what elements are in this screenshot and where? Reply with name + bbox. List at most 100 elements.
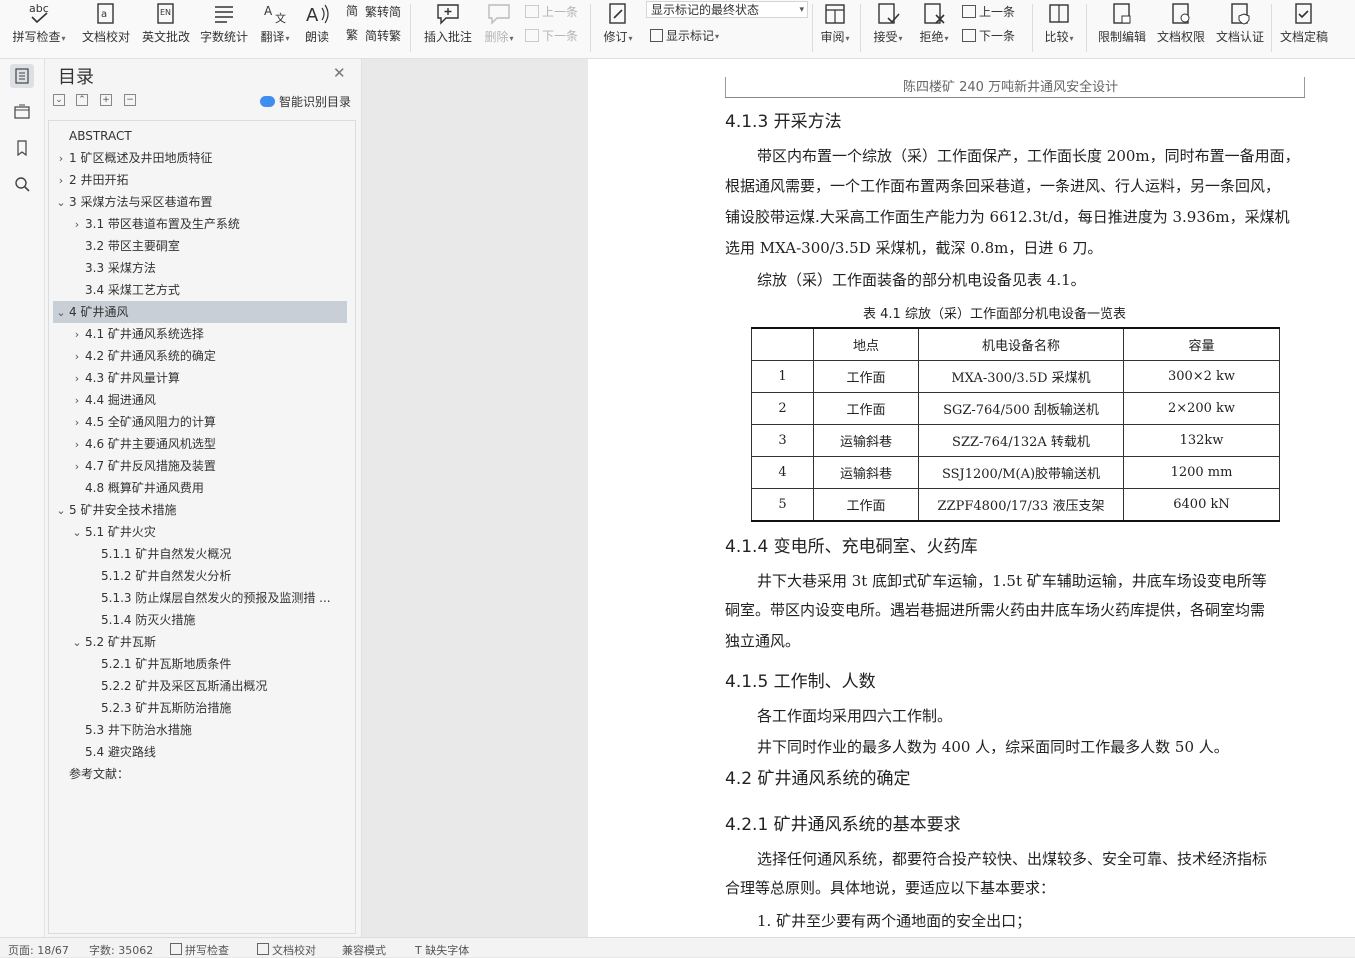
word-count-button[interactable]: 字数统计 <box>198 0 250 58</box>
delete-comment-button[interactable]: 删除 <box>480 0 518 58</box>
toc-item[interactable]: 5.1.3 防止煤层自然发火的预报及监测措 ... <box>85 587 347 609</box>
toc-item[interactable]: › 4.2 矿井通风系统的确定 <box>69 345 347 367</box>
table-caption: 表 4.1 综放（采）工作面部分机电设备一览表 <box>863 307 1126 322</box>
toc-item[interactable]: 5.2.3 矿井瓦斯防治措施 <box>85 697 347 719</box>
chevron-down-icon[interactable]: ⌄ <box>53 192 69 213</box>
next-change-button[interactable]: 下一条 <box>962 25 1015 45</box>
bookmark-icon[interactable] <box>10 136 34 160</box>
toc-item[interactable]: 5.1.2 矿井自然发火分析 <box>85 565 347 587</box>
toc-item-label: 5.1.4 防灭火措施 <box>101 613 196 627</box>
chevron-right-icon[interactable]: › <box>69 434 85 455</box>
chevron-right-icon[interactable]: › <box>53 170 69 191</box>
close-icon[interactable]: ✕ <box>333 64 346 82</box>
delete-label: 删除 <box>484 28 513 45</box>
toc-item[interactable]: › 1 矿区概述及井田地质特征 <box>53 147 347 169</box>
toc-item-label: 4.6 矿井主要通风机选型 <box>85 437 216 451</box>
toc-item[interactable]: ⌄ 5.1 矿井火灾 <box>69 521 347 543</box>
chevron-down-icon[interactable]: ⌄ <box>53 302 69 323</box>
toc-item-label: 4.5 全矿通风阻力的计算 <box>85 415 216 429</box>
smart-toc-button[interactable]: 智能识别目录 <box>260 93 351 110</box>
toc-view-icon[interactable] <box>10 64 34 88</box>
doc-finalize-button[interactable]: 文档定稿 <box>1276 0 1332 58</box>
table-cell: 2 <box>751 392 814 425</box>
toc-item[interactable]: ⌄ 5 矿井安全技术措施 <box>53 499 347 521</box>
table-cell: 工作面 <box>813 488 919 522</box>
toc-item[interactable]: 参考文献： <box>53 763 347 785</box>
chevron-right-icon[interactable]: › <box>69 456 85 477</box>
show-markup-label: 显示标记 <box>666 28 715 43</box>
toc-item[interactable]: › 4.6 矿井主要通风机选型 <box>69 433 347 455</box>
toc-item[interactable]: 5.2.2 矿井及采区瓦斯涌出概况 <box>85 675 347 697</box>
doc-certify-button[interactable]: 文档认证 <box>1212 0 1268 58</box>
collapse-all-icon[interactable]: ⌄ <box>53 94 65 106</box>
chevron-right-icon[interactable]: › <box>69 346 85 367</box>
table-cell: 1200 mm <box>1123 456 1280 489</box>
doc-proof-button[interactable]: a 文档校对 <box>80 0 132 58</box>
insert-comment-button[interactable]: 插入批注 <box>420 0 476 58</box>
toc-item[interactable]: 5.2.1 矿井瓦斯地质条件 <box>85 653 347 675</box>
toc-item[interactable]: › 4.5 全矿通风阻力的计算 <box>69 411 347 433</box>
chevron-right-icon[interactable]: › <box>69 368 85 389</box>
to-simplified-button[interactable]: 繁简转繁 <box>346 25 401 45</box>
chapter-nav-icon[interactable] <box>10 100 34 124</box>
insert-comment-label: 插入批注 <box>423 30 472 44</box>
equipment-table: 地点 机电设备名称 容量 1 工作面 MXA-300/3.5D 采煤机 300×2 k… <box>751 327 1280 522</box>
next-comment-button[interactable]: 下一条 <box>525 25 578 45</box>
chevron-right-icon[interactable]: › <box>69 214 85 235</box>
restrict-edit-button[interactable]: 限制编辑 <box>1094 0 1150 58</box>
chevron-right-icon[interactable]: › <box>69 324 85 345</box>
chevron-down-icon[interactable]: ⌄ <box>69 522 85 543</box>
toc-item[interactable]: 5.1.4 防灭火措施 <box>85 609 347 631</box>
review-pane-button[interactable]: 审阅 <box>816 0 854 58</box>
prev-comment-button[interactable]: 上一条 <box>525 1 578 21</box>
toc-item[interactable]: › 4.1 矿井通风系统选择 <box>69 323 347 345</box>
toc-item-label: 5.4 避灾路线 <box>85 745 156 759</box>
prev-change-button[interactable]: 上一条 <box>962 1 1015 21</box>
toc-item[interactable]: 3.3 采煤方法 <box>69 257 347 279</box>
chevron-right-icon[interactable]: › <box>69 390 85 411</box>
toc-item[interactable]: › 4.4 掘进通风 <box>69 389 347 411</box>
track-changes-button[interactable]: 修订 <box>598 0 638 58</box>
table-row: 4 运输斜巷 SSJ1200/M(A)胶带输送机 1200 mm <box>751 456 1280 489</box>
header-border <box>725 77 726 97</box>
accept-label: 接受 <box>873 28 902 45</box>
toc-item[interactable]: ⌄ 4 矿井通风 <box>53 301 347 323</box>
show-markup-button[interactable]: 显示标记 <box>650 25 719 45</box>
toc-item-label: 2 井田开拓 <box>69 173 129 187</box>
toc-item[interactable]: › 2 井田开拓 <box>53 169 347 191</box>
chevron-right-icon[interactable]: › <box>53 148 69 169</box>
chevron-down-icon[interactable]: ⌄ <box>69 632 85 653</box>
compare-button[interactable]: 比较 <box>1038 0 1080 58</box>
accept-button[interactable]: 接受 <box>868 0 908 58</box>
toc-item[interactable]: 3.2 带区主要硐室 <box>69 235 347 257</box>
read-aloud-button[interactable]: A 朗读 <box>300 0 334 58</box>
word-count-label: 字数统计 <box>199 30 248 44</box>
en-review-button[interactable]: EN 英文批改 <box>140 0 192 58</box>
missing-font-label: 缺失字体 <box>425 944 470 957</box>
toc-item[interactable]: 5.3 井下防治水措施 <box>69 719 347 741</box>
expand-up-icon[interactable]: ⌃ <box>76 94 88 106</box>
translate-button[interactable]: A文 翻译 <box>256 0 294 58</box>
chevron-right-icon[interactable]: › <box>69 412 85 433</box>
spell-check-button[interactable]: abc 拼写检查 <box>8 0 70 58</box>
remove-level-icon[interactable]: − <box>124 94 136 106</box>
search-icon[interactable] <box>10 172 34 196</box>
prev-change-label: 上一条 <box>979 4 1016 19</box>
toc-item[interactable]: 5.4 避灾路线 <box>69 741 347 763</box>
toc-item[interactable]: 4.8 概算矿井通风费用 <box>69 477 347 499</box>
reject-button[interactable]: 拒绝 <box>914 0 954 58</box>
toc-item[interactable]: 5.1.1 矿井自然发火概况 <box>85 543 347 565</box>
doc-permission-button[interactable]: 文档权限 <box>1153 0 1209 58</box>
chevron-down-icon[interactable]: ⌄ <box>53 500 69 521</box>
toc-item[interactable]: › 4.7 矿井反风措施及装置 <box>69 455 347 477</box>
toc-item[interactable]: ABSTRACT <box>53 125 347 147</box>
markup-state-select[interactable]: 显示标记的最终状态 <box>646 1 808 19</box>
toc-item[interactable]: 3.4 采煤工艺方式 <box>69 279 347 301</box>
toc-item[interactable]: ⌄ 5.2 矿井瓦斯 <box>69 631 347 653</box>
add-level-icon[interactable]: + <box>100 94 112 106</box>
to-traditional-button[interactable]: 简繁转简 <box>346 1 401 21</box>
toc-item[interactable]: ⌄ 3 采煤方法与采区巷道布置 <box>53 191 347 213</box>
toc-item-label: 5.1.1 矿井自然发火概况 <box>101 547 232 561</box>
toc-item[interactable]: › 4.3 矿井风量计算 <box>69 367 347 389</box>
toc-item[interactable]: › 3.1 带区巷道布置及生产系统 <box>69 213 347 235</box>
